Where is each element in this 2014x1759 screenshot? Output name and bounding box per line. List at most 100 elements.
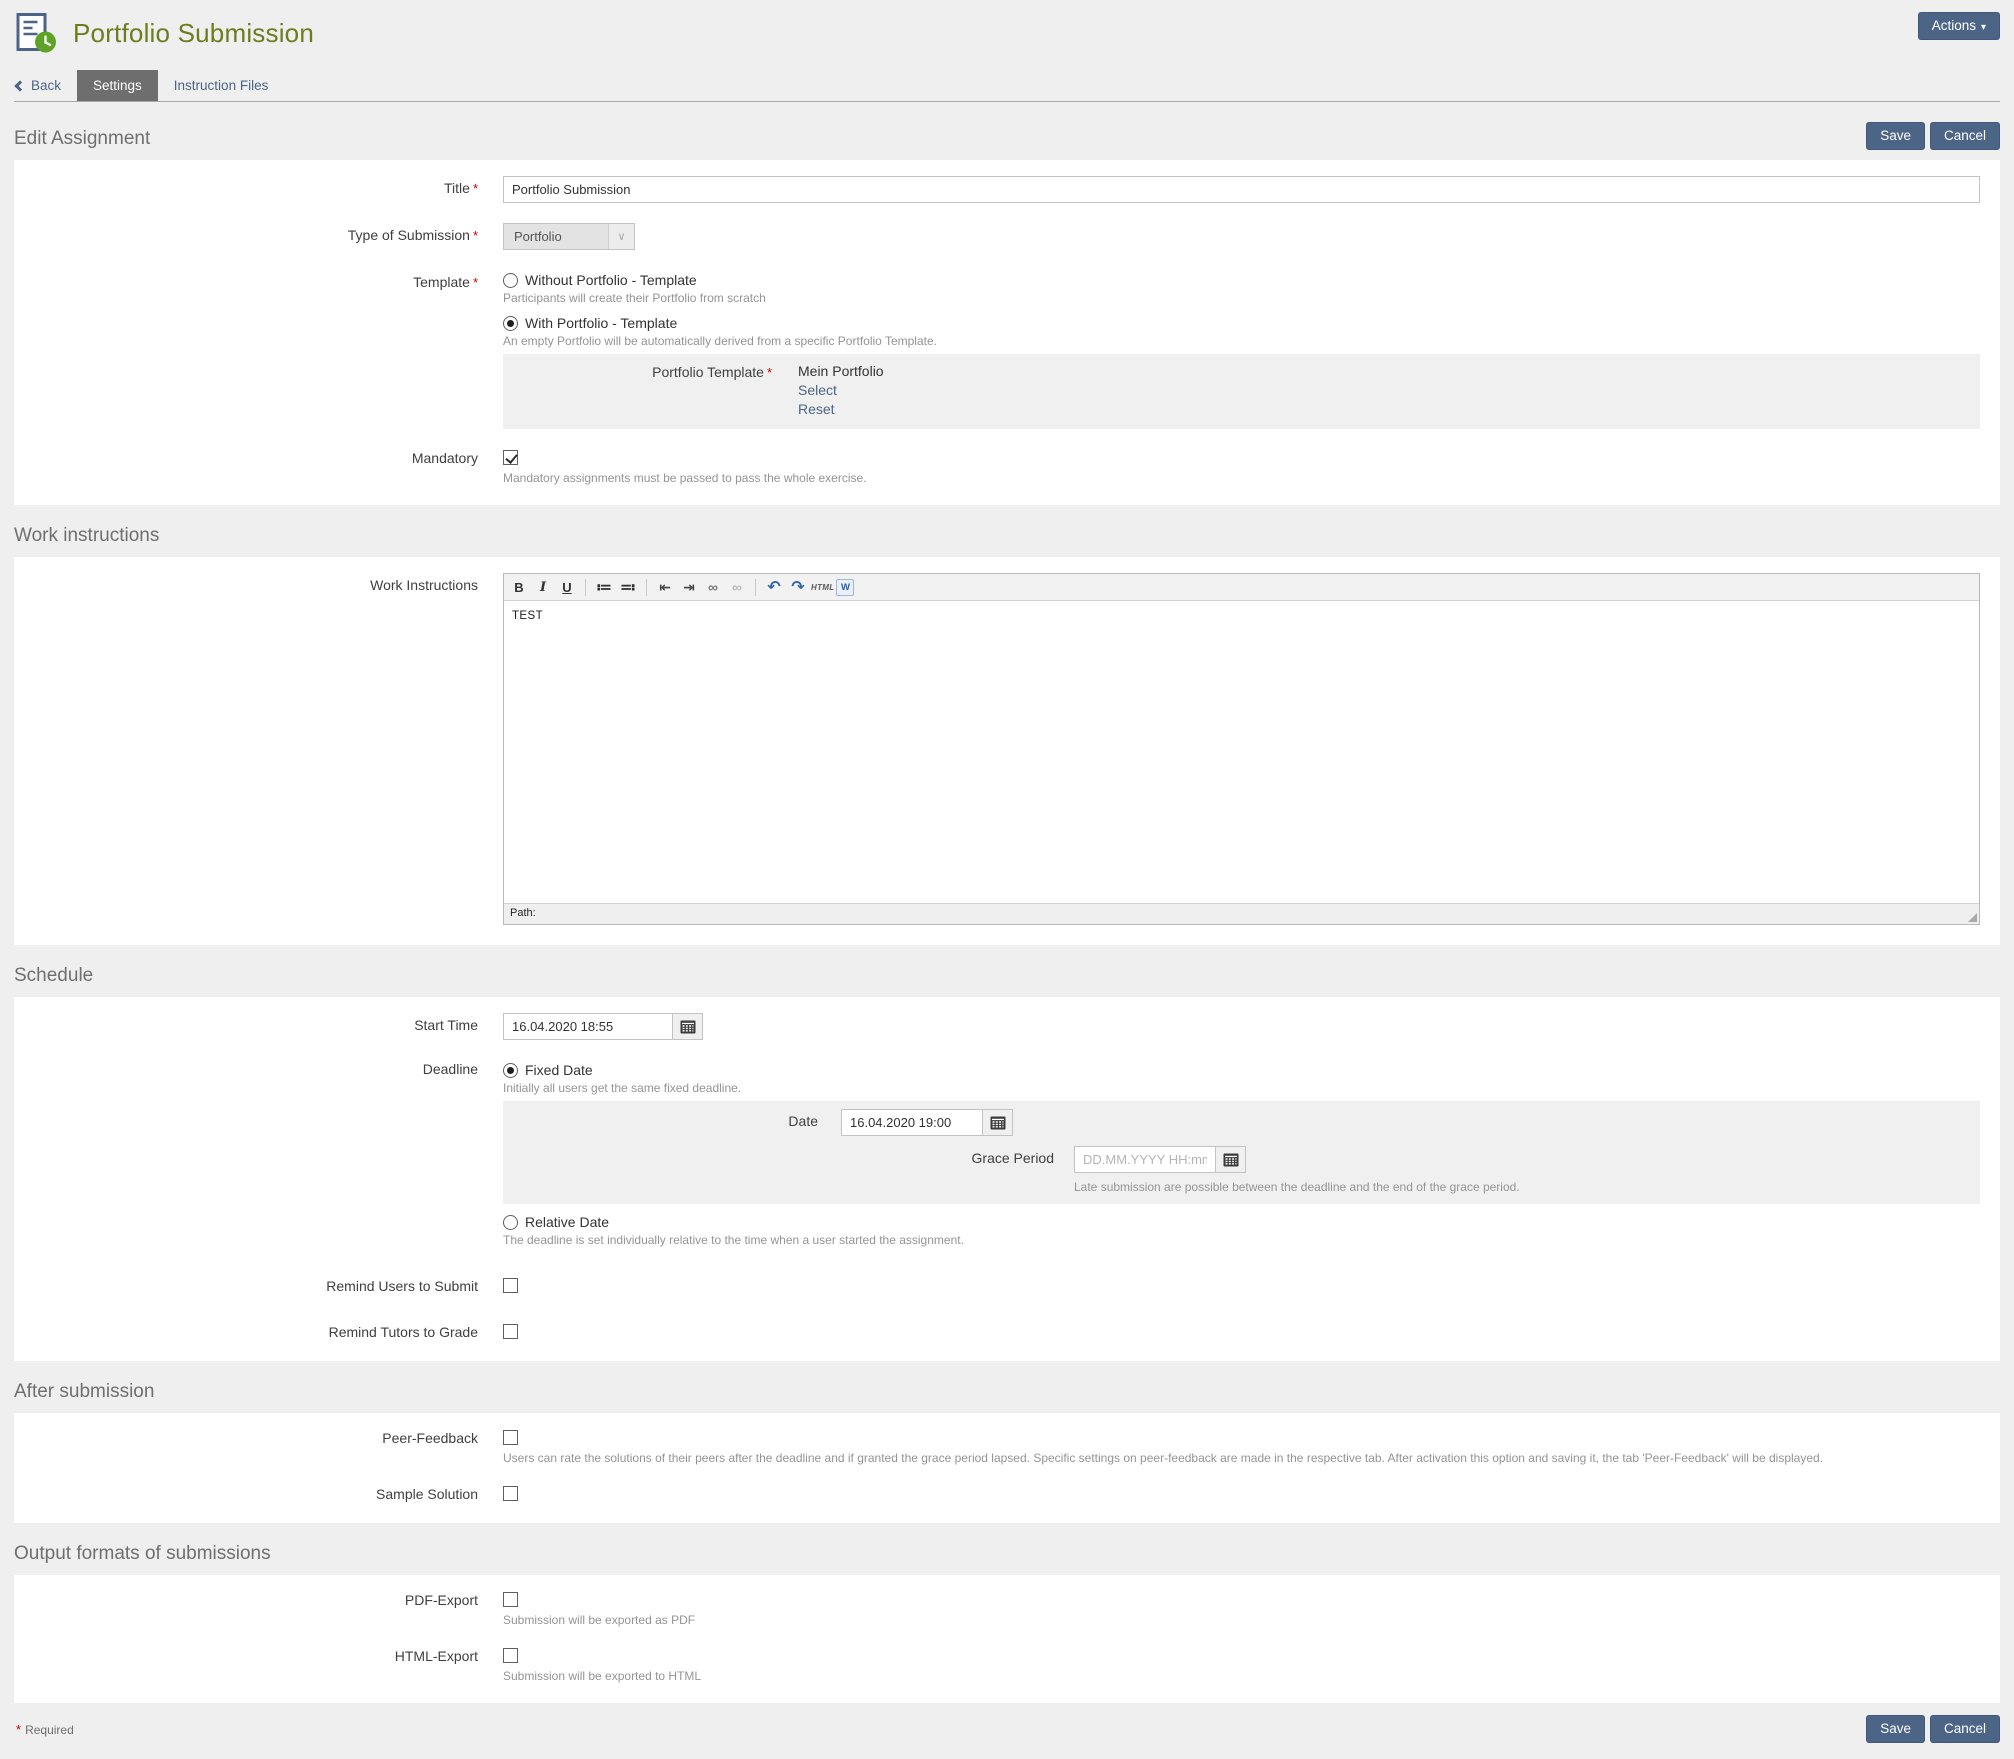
actions-button[interactable]: Actions▾ bbox=[1918, 12, 2000, 40]
undo-icon[interactable]: ↶ bbox=[763, 577, 785, 598]
remind-users-checkbox[interactable] bbox=[503, 1278, 518, 1293]
with-template-radio[interactable] bbox=[503, 316, 518, 331]
peer-feedback-checkbox[interactable] bbox=[503, 1430, 518, 1445]
portfolio-template-label: Portfolio Template bbox=[652, 364, 764, 380]
without-template-label[interactable]: Without Portfolio - Template bbox=[525, 272, 697, 288]
reset-link[interactable]: Reset bbox=[798, 400, 884, 419]
required-asterisk: * bbox=[767, 365, 772, 380]
start-time-label: Start Time bbox=[414, 1017, 478, 1033]
template-row: Template* Without Portfolio - Template P… bbox=[14, 270, 2000, 429]
date-label: Date bbox=[503, 1109, 841, 1136]
grace-period-input[interactable] bbox=[1074, 1146, 1216, 1173]
remind-users-label: Remind Users to Submit bbox=[326, 1278, 478, 1294]
numbered-list-icon[interactable]: ≕ bbox=[617, 577, 639, 598]
template-option-with: With Portfolio - Template bbox=[503, 315, 1980, 331]
html-export-checkbox[interactable] bbox=[503, 1648, 518, 1663]
chevron-down-icon: ∨ bbox=[608, 224, 634, 249]
type-of-submission-select[interactable]: Portfolio ∨ bbox=[503, 223, 635, 250]
relative-date-label[interactable]: Relative Date bbox=[525, 1214, 609, 1230]
required-asterisk: * bbox=[473, 181, 478, 196]
template-label: Template bbox=[413, 274, 470, 290]
italic-icon[interactable]: I bbox=[532, 577, 554, 598]
top-command-buttons: Save Cancel bbox=[1866, 122, 2000, 150]
start-time-input[interactable] bbox=[503, 1013, 673, 1040]
title-row: Title* bbox=[14, 176, 2000, 203]
without-template-radio[interactable] bbox=[503, 273, 518, 288]
remind-tutors-label: Remind Tutors to Grade bbox=[329, 1324, 478, 1340]
back-link[interactable]: Back bbox=[14, 70, 77, 101]
work-instructions-label: Work Instructions bbox=[370, 577, 478, 593]
title-input[interactable] bbox=[503, 176, 1980, 203]
editor-content[interactable]: TEST bbox=[504, 601, 1979, 903]
without-template-byline: Participants will create their Portfolio… bbox=[503, 291, 1980, 305]
selected-value: Portfolio bbox=[504, 229, 608, 244]
bottom-command-buttons: Save Cancel bbox=[1866, 1715, 2000, 1743]
required-asterisk: * bbox=[473, 275, 478, 290]
mandatory-byline: Mandatory assignments must be passed to … bbox=[503, 471, 1980, 485]
indent-icon[interactable]: ⇥ bbox=[678, 577, 700, 598]
remind-tutors-checkbox[interactable] bbox=[503, 1324, 518, 1339]
rich-text-editor: B I U ≔ ≕ ⇤ ⇥ ∞ ∞ ↶ ↷ HTML W T bbox=[503, 573, 1980, 925]
tab-settings[interactable]: Settings bbox=[77, 70, 158, 101]
deadline-label: Deadline bbox=[423, 1061, 478, 1077]
toolbar-separator bbox=[646, 579, 647, 596]
html-export-row: HTML-Export Submission will be exported … bbox=[14, 1647, 2000, 1683]
section-body-schedule: Start Time Deadline Fixed Date Init bbox=[14, 997, 2000, 1361]
required-asterisk: * bbox=[16, 1722, 21, 1737]
calendar-icon bbox=[1223, 1152, 1239, 1167]
save-button[interactable]: Save bbox=[1866, 1715, 1925, 1743]
with-template-label[interactable]: With Portfolio - Template bbox=[525, 315, 677, 331]
pdf-export-checkbox[interactable] bbox=[503, 1592, 518, 1607]
deadline-row: Deadline Fixed Date Initially all users … bbox=[14, 1060, 2000, 1257]
link-icon[interactable]: ∞ bbox=[702, 577, 724, 598]
pdf-export-byline: Submission will be exported as PDF bbox=[503, 1613, 1980, 1627]
cancel-button[interactable]: Cancel bbox=[1930, 1715, 2000, 1743]
toolbar-separator bbox=[585, 579, 586, 596]
redo-icon[interactable]: ↷ bbox=[787, 577, 809, 598]
mandatory-checkbox[interactable] bbox=[503, 450, 518, 465]
section-title: Output formats of submissions bbox=[14, 1543, 271, 1565]
cancel-button[interactable]: Cancel bbox=[1930, 122, 2000, 150]
section-body-edit-assignment: Title* Type of Submission* Portfolio ∨ T… bbox=[14, 160, 2000, 505]
html-export-byline: Submission will be exported to HTML bbox=[503, 1669, 1980, 1683]
form-footer: *Required Save Cancel bbox=[0, 1703, 2014, 1759]
save-button[interactable]: Save bbox=[1866, 122, 1925, 150]
bold-icon[interactable]: B bbox=[508, 577, 530, 598]
editor-status-bar: Path: bbox=[504, 903, 1979, 924]
remind-users-row: Remind Users to Submit bbox=[14, 1277, 2000, 1295]
relative-date-byline: The deadline is set individually relativ… bbox=[503, 1233, 1980, 1247]
title-label: Title bbox=[444, 180, 470, 196]
bullet-list-icon[interactable]: ≔ bbox=[593, 577, 615, 598]
resize-handle-icon[interactable] bbox=[1968, 913, 1977, 922]
html-source-icon[interactable]: HTML bbox=[811, 577, 834, 598]
start-time-calendar-button[interactable] bbox=[673, 1013, 703, 1040]
page-title: Portfolio Submission bbox=[73, 18, 314, 49]
portfolio-template-panel: Portfolio Template* Mein Portfolio Selec… bbox=[503, 354, 1980, 429]
paste-from-word-icon[interactable]: W bbox=[836, 579, 854, 596]
relative-date-radio[interactable] bbox=[503, 1215, 518, 1230]
fixed-date-label[interactable]: Fixed Date bbox=[525, 1062, 593, 1078]
deadline-option-fixed: Fixed Date bbox=[503, 1062, 1980, 1078]
tab-instruction-files[interactable]: Instruction Files bbox=[158, 70, 285, 101]
required-asterisk: * bbox=[473, 228, 478, 243]
unlink-icon[interactable]: ∞ bbox=[726, 577, 748, 598]
sample-solution-checkbox[interactable] bbox=[503, 1486, 518, 1501]
grace-period-subrow: Grace Period La bbox=[503, 1146, 1980, 1194]
title-wrap: Portfolio Submission bbox=[14, 12, 314, 54]
grace-period-calendar-button[interactable] bbox=[1216, 1146, 1246, 1173]
section-head-edit-assignment: Edit Assignment Save Cancel bbox=[0, 102, 2014, 160]
section-head-schedule: Schedule bbox=[0, 945, 2014, 997]
section-title: Edit Assignment bbox=[14, 128, 150, 150]
outdent-icon[interactable]: ⇤ bbox=[654, 577, 676, 598]
section-body-after-submission: Peer-Feedback Users can rate the solutio… bbox=[14, 1413, 2000, 1523]
html-export-label: HTML-Export bbox=[395, 1648, 478, 1664]
peer-feedback-row: Peer-Feedback Users can rate the solutio… bbox=[14, 1429, 2000, 1465]
peer-feedback-label: Peer-Feedback bbox=[382, 1430, 478, 1446]
underline-icon[interactable]: U bbox=[556, 577, 578, 598]
deadline-option-relative: Relative Date bbox=[503, 1214, 1980, 1230]
select-link[interactable]: Select bbox=[798, 381, 884, 400]
editor-toolbar: B I U ≔ ≕ ⇤ ⇥ ∞ ∞ ↶ ↷ HTML W bbox=[504, 574, 1979, 601]
date-input[interactable] bbox=[841, 1109, 983, 1136]
fixed-date-radio[interactable] bbox=[503, 1063, 518, 1078]
date-calendar-button[interactable] bbox=[983, 1109, 1013, 1136]
